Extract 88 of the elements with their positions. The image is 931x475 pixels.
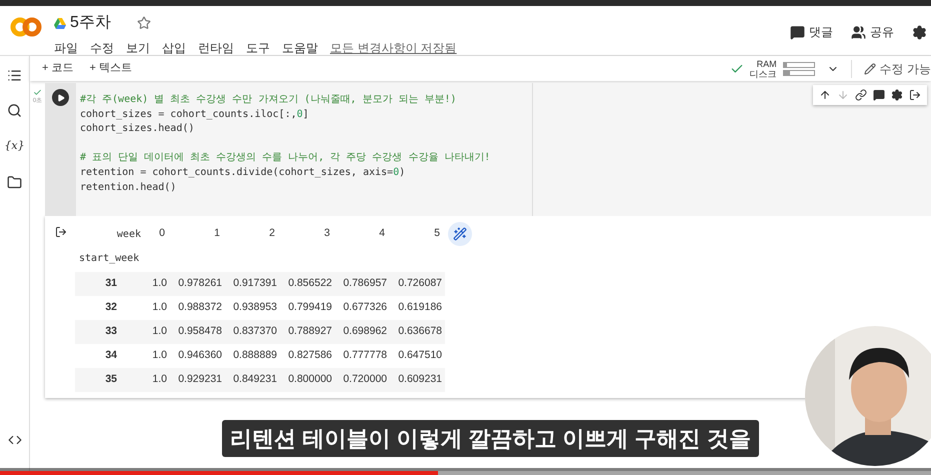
- column-header: 5: [433, 226, 440, 242]
- row-index: 34: [104, 348, 117, 364]
- row-index: 35: [104, 372, 117, 388]
- comment-icon[interactable]: [873, 89, 885, 101]
- comment-button[interactable]: 댓글: [790, 23, 833, 41]
- row-index: 31: [104, 276, 117, 292]
- add-cell-button[interactable]: + 코드: [42, 60, 74, 77]
- table-cell-text: 1.0: [151, 324, 167, 340]
- row-index: 32: [104, 300, 117, 316]
- menu-item[interactable]: 수정: [90, 39, 114, 57]
- magic-wand-button[interactable]: [448, 222, 472, 246]
- table-cell-text: 0.619186: [397, 300, 442, 316]
- folder-icon[interactable]: [7, 174, 22, 190]
- column-header: 3: [323, 226, 330, 242]
- code-line: retention = cohort_counts.divide(cohort_sizes, axis=0): [80, 166, 406, 180]
- settings-icon[interactable]: [912, 24, 927, 40]
- menu-item[interactable]: 도움말: [282, 39, 318, 57]
- table-cell-text: 0.849231: [232, 372, 277, 388]
- column-axis-label: week: [116, 228, 142, 242]
- pencil-icon: [864, 62, 876, 74]
- table-cell-text: 0.978261: [177, 276, 222, 292]
- drive-icon: [54, 18, 66, 28]
- table-cell-text: 0.917391: [232, 276, 277, 292]
- table-cell-text: 0.609231: [397, 372, 442, 388]
- edit-mode-button[interactable]: 수정 가능: [864, 60, 931, 78]
- table-cell-text: 1.0: [151, 372, 167, 388]
- table-cell-text: 0.677326: [342, 300, 387, 316]
- notebook-title[interactable]: 5주차: [70, 11, 111, 35]
- code-line: retention.head(): [80, 180, 178, 195]
- column-header: 1: [213, 226, 220, 242]
- table-cell-text: 0.888889: [232, 348, 277, 364]
- index-axis-label: start_week: [78, 252, 140, 266]
- star-icon[interactable]: [136, 16, 151, 30]
- table-cell-text: 0.938953: [232, 300, 277, 316]
- table-cell-text: 0.777778: [342, 348, 387, 364]
- code-line: cohort_sizes.head(): [80, 122, 196, 136]
- table-cell-text: 1.0: [151, 276, 167, 292]
- search-icon[interactable]: [7, 103, 22, 118]
- table-cell-text: 0.786957: [342, 276, 387, 292]
- menu-item[interactable]: 도구: [246, 39, 270, 57]
- code-line: cohort_sizes = cohort_counts.iloc[:,0]: [80, 108, 310, 122]
- table-cell-text: 0.988372: [177, 300, 222, 316]
- table-cell-text: 0.827586: [287, 348, 332, 364]
- table-cell-text: 0.647510: [397, 348, 442, 364]
- menu-item[interactable]: 보기: [126, 39, 150, 57]
- code-comment: #각 주(week) 별 최초 수강생 수만 가져오기 (나눠줄때, 분모가 되는 부분!): [80, 93, 458, 107]
- disk-label: 디스크: [750, 68, 777, 78]
- run-success-icon: [33, 88, 42, 97]
- table-cell-text: 1.0: [151, 300, 167, 316]
- column-header: 4: [378, 226, 385, 242]
- play-icon: [56, 94, 64, 102]
- table-cell-text: 0.837370: [232, 324, 277, 340]
- magic-wand-icon: [453, 227, 467, 241]
- table-cell-text: 0.958478: [177, 324, 222, 340]
- table-cell-text: 0.946360: [177, 348, 222, 364]
- table-cell-text: 0.720000: [342, 372, 387, 388]
- comment-icon: [790, 24, 805, 40]
- column-header: 2: [268, 226, 275, 242]
- logo-icon: [10, 17, 42, 37]
- table-cell-text: 0.726087: [397, 276, 442, 292]
- variables-icon[interactable]: {x}: [4, 138, 25, 154]
- table-cell-text: 0.800000: [287, 372, 332, 388]
- link-icon[interactable]: [855, 89, 867, 101]
- table-cell-text: 0.788927: [287, 324, 332, 340]
- add-cell-button[interactable]: + 텍스트: [89, 60, 132, 77]
- run-cell-button[interactable]: [52, 89, 69, 106]
- subtitle-caption: 리텐션 테이블이 이렇게 깔끔하고 이쁘게 구해진 것을: [222, 420, 759, 457]
- save-status-link[interactable]: 모든 변경사항이 저장됨: [330, 39, 457, 57]
- table-cell-text: 0.856522: [287, 276, 332, 292]
- move-up-icon[interactable]: [819, 89, 831, 101]
- menu-item[interactable]: 삽입: [162, 39, 186, 57]
- output-icon[interactable]: [55, 226, 67, 238]
- code-snippets-icon[interactable]: [8, 433, 22, 447]
- table-cell-text: 0.636678: [397, 324, 442, 340]
- table-cell-text: 0.799419: [287, 300, 332, 316]
- menu-item[interactable]: 런타임: [198, 39, 234, 57]
- code-comment: # 표의 단일 데이터에 최초 수강생의 수를 나누어, 각 주당 수강생 수강율 나타내기!: [80, 151, 492, 166]
- row-index: 33: [104, 324, 117, 340]
- share-button[interactable]: 공유: [851, 23, 894, 41]
- toc-icon[interactable]: [7, 68, 22, 83]
- menu-item[interactable]: 파일: [54, 39, 78, 57]
- table-cell-text: 1.0: [151, 348, 167, 364]
- table-cell-text: 0.698962: [342, 324, 387, 340]
- ram-label: RAM: [756, 58, 777, 68]
- settings-icon[interactable]: [891, 89, 903, 101]
- column-header: 0: [158, 226, 165, 242]
- people-icon: [851, 24, 866, 40]
- table-cell-text: 0.929231: [177, 372, 222, 388]
